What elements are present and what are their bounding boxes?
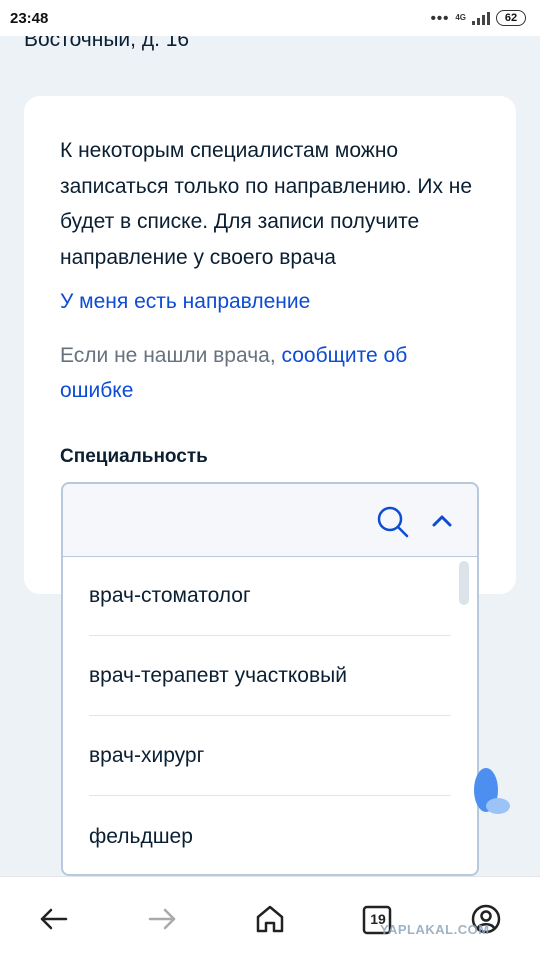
status-time: 23:48 bbox=[10, 9, 49, 27]
specialty-search-input[interactable] bbox=[77, 502, 367, 540]
browser-nav-bar: 19 bbox=[0, 876, 540, 960]
status-indicators: ••• 4G 62 bbox=[431, 10, 526, 27]
report-error-prefix: Если не нашли врача, bbox=[60, 344, 282, 367]
signal-icon bbox=[472, 11, 490, 25]
watermark: YAPLAKAL.COM bbox=[380, 922, 490, 937]
mascot-icon bbox=[474, 768, 510, 814]
list-item[interactable]: врач-стоматолог bbox=[89, 557, 451, 636]
forward-arrow-icon[interactable] bbox=[142, 899, 182, 939]
list-item[interactable]: фельдшер bbox=[89, 797, 451, 874]
back-arrow-icon[interactable] bbox=[34, 899, 74, 939]
specialty-dropdown-list[interactable]: врач-стоматолог врач-терапевт участковый… bbox=[61, 556, 479, 876]
status-bar: 23:48 ••• 4G 62 bbox=[0, 0, 540, 36]
referral-info-text: К некоторым специалистам можно записатьс… bbox=[60, 139, 473, 269]
notification-dots-icon: ••• bbox=[430, 9, 450, 27]
search-icon[interactable] bbox=[375, 504, 411, 540]
list-item[interactable]: врач-хирург bbox=[89, 717, 451, 796]
have-referral-link[interactable]: У меня есть направление bbox=[60, 290, 310, 314]
specialty-select[interactable] bbox=[61, 482, 479, 558]
home-icon[interactable] bbox=[250, 899, 290, 939]
list-item[interactable]: врач-терапевт участковый bbox=[89, 637, 451, 716]
battery-icon: 62 bbox=[496, 10, 526, 26]
dropdown-scrollbar[interactable] bbox=[459, 561, 469, 605]
network-type: 4G bbox=[455, 13, 466, 22]
specialty-label: Специальность bbox=[60, 446, 208, 467]
chevron-up-icon[interactable] bbox=[427, 506, 457, 536]
report-error-text: Если не нашли врача, сообщите об ошибке bbox=[60, 338, 480, 408]
